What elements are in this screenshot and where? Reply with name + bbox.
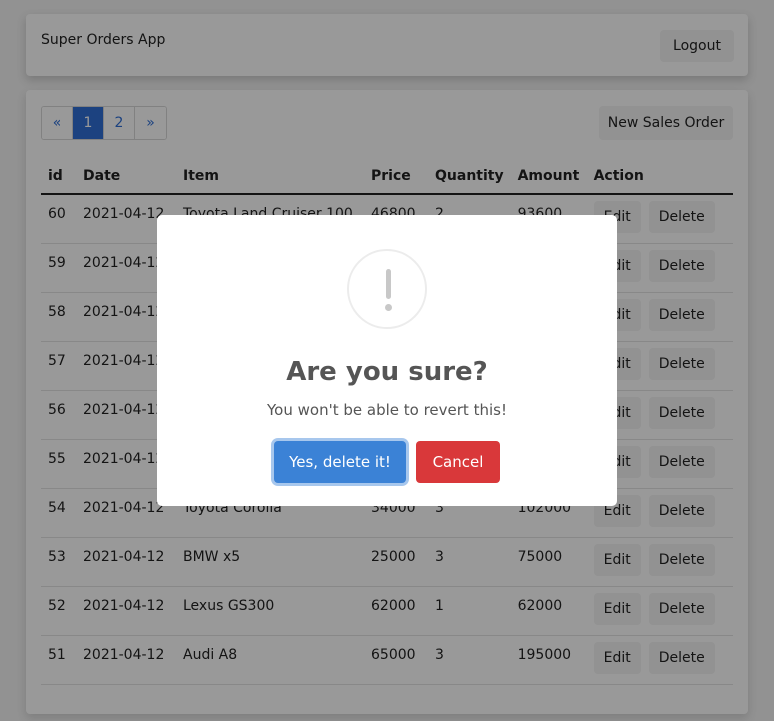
confirm-delete-button[interactable]: Yes, delete it! <box>274 441 406 483</box>
dialog-actions: Yes, delete it! Cancel <box>157 441 617 483</box>
warning-exclamation-icon <box>347 249 427 329</box>
confirm-dialog: Are you sure? You won't be able to rever… <box>157 215 617 506</box>
dialog-message: You won't be able to revert this! <box>267 401 507 419</box>
cancel-button[interactable]: Cancel <box>416 441 500 483</box>
dialog-title: Are you sure? <box>286 357 488 387</box>
